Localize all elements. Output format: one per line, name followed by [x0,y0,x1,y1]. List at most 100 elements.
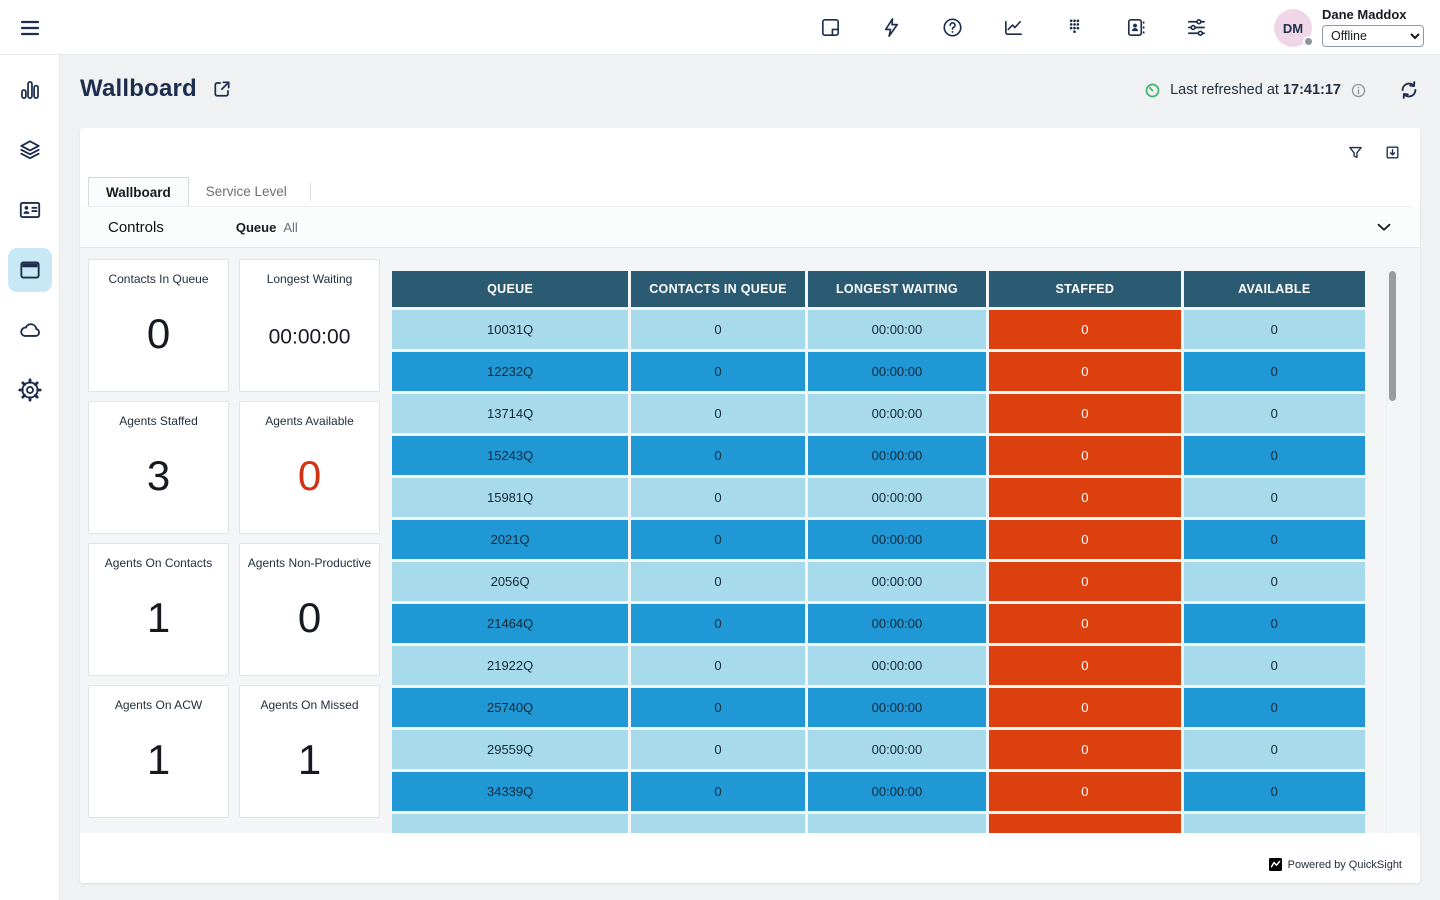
table-cell[interactable]: 00:00:00 [808,352,986,391]
refresh-icon[interactable] [1398,79,1420,101]
table-cell[interactable]: 0 [989,520,1180,559]
hamburger-menu-icon[interactable] [18,16,42,40]
table-cell[interactable]: 00:00:00 [808,394,986,433]
notes-icon[interactable] [818,16,842,40]
table-cell[interactable] [631,814,804,833]
wallboard-window-icon[interactable] [8,248,52,292]
table-cell[interactable]: 0 [631,520,804,559]
table-cell[interactable]: 21922Q [392,646,628,685]
table-cell[interactable]: 0 [989,562,1180,601]
table-cell[interactable]: 21464Q [392,604,628,643]
table-cell[interactable]: 0 [631,604,804,643]
table-cell[interactable]: 29559Q [392,730,628,769]
id-card-icon[interactable] [8,188,52,232]
table-cell[interactable]: 0 [1184,772,1365,811]
table-cell[interactable]: 0 [1184,478,1365,517]
table-cell[interactable]: 0 [989,730,1180,769]
export-icon[interactable] [1380,140,1404,164]
table-row[interactable]: 15981Q000:00:0000 [392,478,1365,517]
table-cell[interactable]: 0 [1184,646,1365,685]
quick-actions-icon[interactable] [879,16,903,40]
table-cell[interactable]: 0 [631,772,804,811]
table-row[interactable]: 29559Q000:00:0000 [392,730,1365,769]
bar-chart-icon[interactable] [8,68,52,112]
table-row[interactable]: 2021Q000:00:0000 [392,520,1365,559]
table-cell[interactable]: 00:00:00 [808,520,986,559]
table-cell[interactable]: 2021Q [392,520,628,559]
table-row[interactable]: 25740Q000:00:0000 [392,688,1365,727]
tab-wallboard[interactable]: Wallboard [88,177,189,206]
cloud-icon[interactable] [8,308,52,352]
table-cell[interactable]: 0 [1184,352,1365,391]
table-cell[interactable]: 0 [1184,310,1365,349]
table-cell[interactable]: 0 [989,352,1180,391]
table-cell[interactable]: 13714Q [392,394,628,433]
table-cell[interactable]: 0 [631,562,804,601]
table-row[interactable]: 21464Q000:00:0000 [392,604,1365,643]
dialpad-icon[interactable] [1062,16,1086,40]
table-cell[interactable]: 0 [989,436,1180,475]
table-cell[interactable]: 34339Q [392,772,628,811]
table-cell[interactable]: 0 [989,604,1180,643]
table-cell[interactable]: 0 [631,478,804,517]
table-row[interactable]: 21922Q000:00:0000 [392,646,1365,685]
table-cell[interactable]: 00:00:00 [808,436,986,475]
table-cell[interactable]: 00:00:00 [808,562,986,601]
table-row[interactable]: 2056Q000:00:0000 [392,562,1365,601]
table-cell[interactable]: 2056Q [392,562,628,601]
avatar[interactable]: DM [1274,9,1312,47]
table-row[interactable]: 10031Q000:00:0000 [392,310,1365,349]
table-cell[interactable]: 0 [1184,604,1365,643]
table-cell[interactable]: 0 [1184,562,1365,601]
table-cell[interactable]: 0 [631,310,804,349]
table-cell[interactable]: 0 [631,688,804,727]
table-scrollbar-thumb[interactable] [1389,271,1396,401]
table-cell[interactable] [392,814,628,833]
table-cell[interactable]: 00:00:00 [808,646,986,685]
metrics-chart-icon[interactable] [1001,16,1025,40]
table-cell[interactable]: 15243Q [392,436,628,475]
table-cell[interactable]: 12232Q [392,352,628,391]
table-cell[interactable]: 00:00:00 [808,772,986,811]
table-cell[interactable]: 0 [989,646,1180,685]
table-cell[interactable]: 0 [1184,688,1365,727]
layers-icon[interactable] [8,128,52,172]
external-link-icon[interactable] [211,78,233,100]
settings-sliders-icon[interactable] [1184,16,1208,40]
table-row[interactable]: 34339Q000:00:0000 [392,772,1365,811]
directory-icon[interactable] [1123,16,1147,40]
table-row[interactable]: 15243Q000:00:0000 [392,436,1365,475]
table-cell[interactable]: 25740Q [392,688,628,727]
table-cell[interactable]: 0 [989,478,1180,517]
table-cell[interactable]: 00:00:00 [808,310,986,349]
table-cell[interactable]: 0 [1184,730,1365,769]
tab-service-level[interactable]: Service Level [189,177,304,206]
table-cell[interactable]: 15981Q [392,478,628,517]
table-cell[interactable] [1184,814,1365,833]
table-cell[interactable] [989,814,1180,833]
table-cell[interactable]: 00:00:00 [808,688,986,727]
table-cell[interactable]: 0 [631,646,804,685]
table-scrollbar-track[interactable] [1386,271,1397,834]
table-cell[interactable] [808,814,986,833]
agent-status-select[interactable]: Offline [1322,25,1424,47]
table-cell[interactable]: 0 [631,352,804,391]
table-cell[interactable]: 0 [989,772,1180,811]
table-cell[interactable]: 00:00:00 [808,730,986,769]
table-cell[interactable]: 0 [631,730,804,769]
queue-filter[interactable]: Queue All [236,220,298,235]
table-cell[interactable]: 0 [989,310,1180,349]
table-cell[interactable]: 0 [631,436,804,475]
table-cell[interactable]: 0 [631,394,804,433]
table-cell[interactable]: 00:00:00 [808,478,986,517]
table-cell[interactable]: 10031Q [392,310,628,349]
table-cell[interactable]: 0 [989,688,1180,727]
table-cell[interactable]: 00:00:00 [808,604,986,643]
help-icon[interactable] [940,16,964,40]
table-row[interactable]: 12232Q000:00:0000 [392,352,1365,391]
table-row[interactable] [392,814,1365,833]
powered-by-quicksight[interactable]: Powered by QuickSight [1269,858,1402,871]
filter-icon[interactable] [1343,140,1367,164]
info-icon[interactable] [1350,82,1367,99]
table-cell[interactable]: 0 [1184,394,1365,433]
